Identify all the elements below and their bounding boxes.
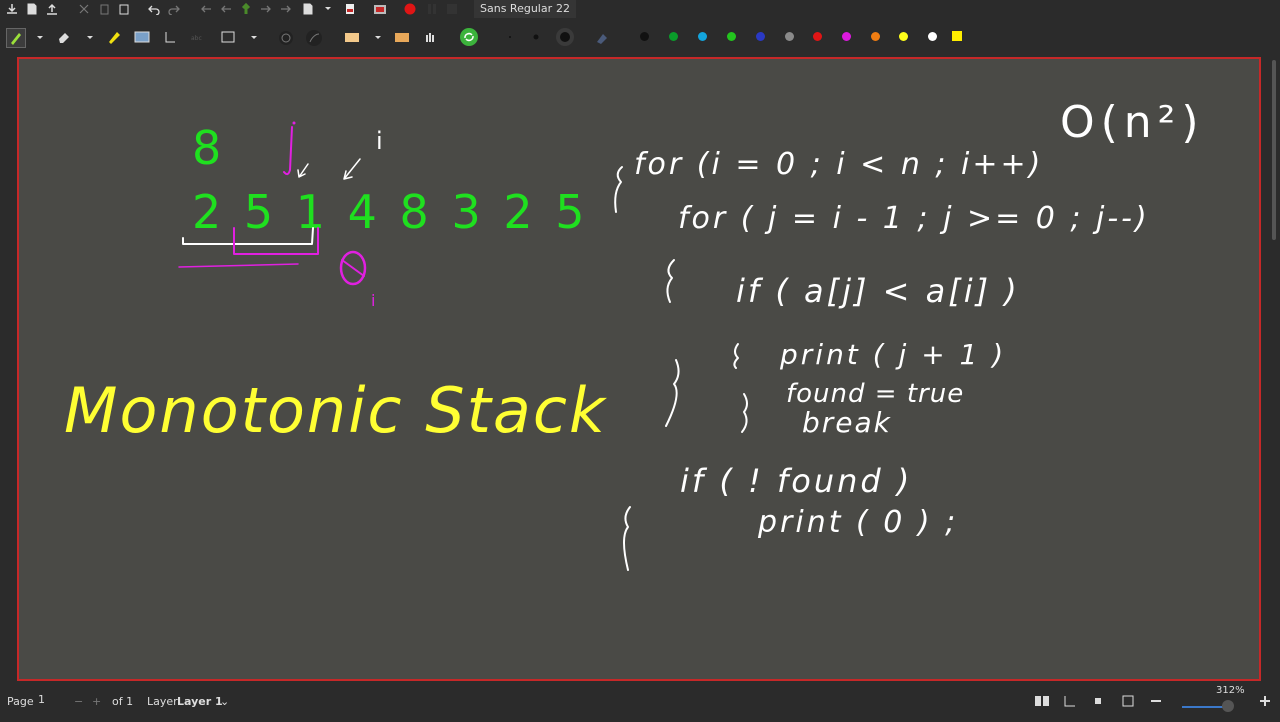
layer-dropdown-icon[interactable]: ⌄ [220,695,229,708]
if-brace-open [733,343,739,369]
page-decrement[interactable]: − [74,695,83,708]
outer-brace-close [623,506,631,571]
zoom-slider-knob[interactable] [1222,700,1234,712]
zero-slash [341,259,365,277]
zoom-out-icon[interactable] [1148,693,1164,709]
code-line-7: if ( ! found ) [680,462,912,500]
page-view-icon[interactable] [1062,693,1078,709]
whiteboard-page[interactable]: 8 2 5 1 4 8 3 2 5 i i Monotonic Stack O(… [17,57,1261,681]
title-monotonic-stack: Monotonic Stack [64,374,607,447]
code-line-4: print ( j + 1 ) [779,338,1006,371]
inner-brace-open [666,259,675,303]
arrow-i [343,158,361,180]
page-label: Page [7,695,34,708]
zoom-width-icon[interactable] [1120,693,1136,709]
big-o-notation: O(n²) [1060,97,1205,148]
j-pointer [283,126,293,176]
arrow-j [297,163,309,178]
inner-brace-close [665,359,680,427]
code-line-2: for ( j = i - 1 ; j >= 0 ; j--) [678,201,1150,236]
zoom-in-icon[interactable] [1257,693,1273,709]
code-line-8: print ( 0 ) ; [757,505,958,540]
page-increment[interactable]: + [92,695,101,708]
zoom-fit-icon[interactable] [1090,693,1106,709]
code-line-1: for (i = 0 ; i < n ; i++) [634,147,1043,182]
code-block: for (i = 0 ; i < n ; i++) for ( j = i - … [634,147,1150,540]
status-bar: Page 1 − + of 1 Layer Layer 1 ⌄ 312% [0,684,1280,720]
code-line-3: if ( a[j] < a[i] ) [736,272,1020,310]
j-dot [292,121,296,125]
page-count: of 1 [112,695,134,708]
if-brace-close [741,393,748,433]
code-line-5: found = true [786,379,964,409]
outer-brace-open [614,166,623,213]
ink-layer: 8 2 5 1 4 8 3 2 5 i i Monotonic Stack O(… [64,97,1205,571]
array-values: 2 5 1 4 8 3 2 5 [192,185,589,239]
top-number: 8 [192,121,221,175]
code-line-6: break [802,406,892,439]
label-i: i [376,127,383,155]
magenta-arrow [178,263,299,268]
zoom-level: 312% [1216,685,1245,696]
book-view-icon[interactable] [1034,693,1050,709]
page-number-input[interactable]: 1 [34,690,70,710]
layer-select[interactable]: Layer 1 [177,695,223,708]
zero-subscript: i [371,291,375,310]
layer-label: Layer [147,695,178,708]
